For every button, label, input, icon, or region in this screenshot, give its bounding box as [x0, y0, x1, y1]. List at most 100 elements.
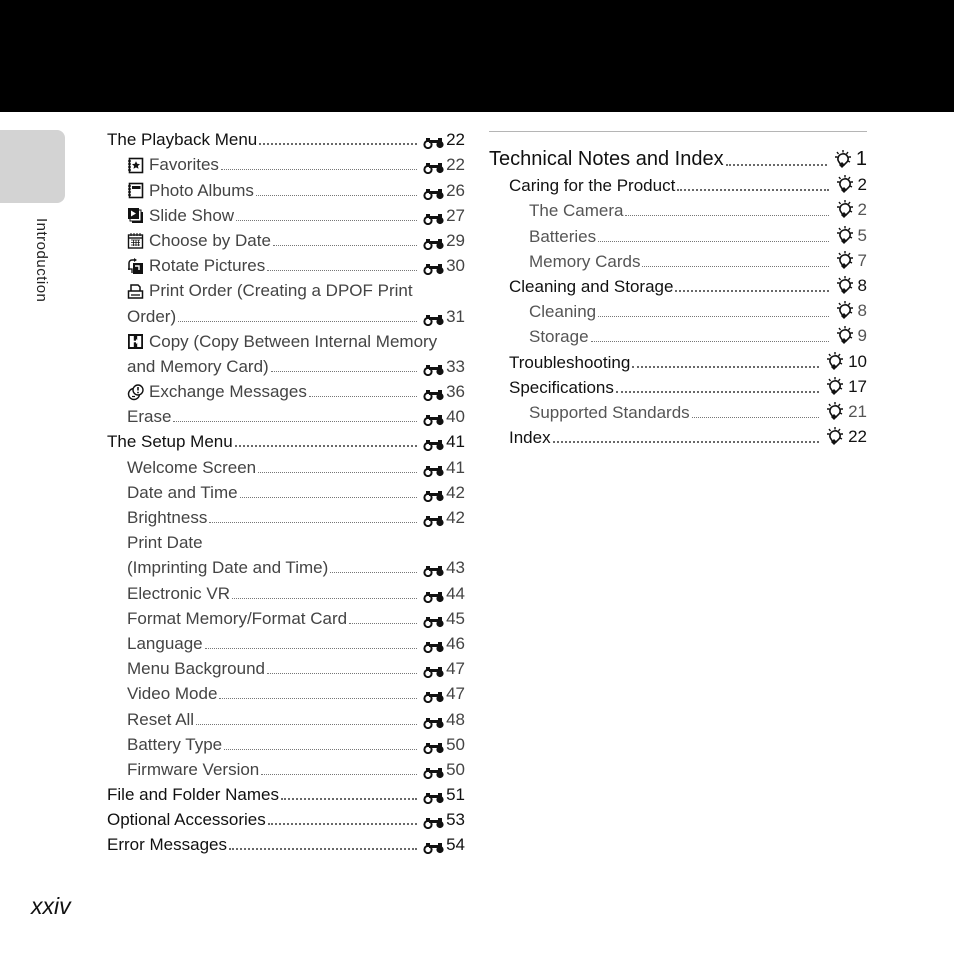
toc-entry[interactable]: Electronic VR 44 — [107, 578, 465, 603]
toc-entry[interactable]: File and Folder Names 51 — [107, 780, 465, 805]
toc-entry[interactable]: Cleaning 8 — [489, 297, 867, 322]
toc-entry-title: Erase — [127, 407, 172, 427]
toc-entry[interactable]: Choose by Date 29 — [107, 226, 465, 251]
page-reference[interactable]: 36 — [423, 382, 465, 402]
page-reference[interactable]: 21 — [825, 401, 867, 423]
page-reference[interactable]: 48 — [423, 710, 465, 730]
toc-entry[interactable]: Reset All 48 — [107, 704, 465, 729]
page-reference[interactable]: 26 — [423, 181, 465, 201]
toc-entry[interactable]: Error Messages 54 — [107, 830, 465, 855]
toc-entry[interactable]: Order) 31 — [107, 301, 465, 326]
binoculars-icon — [423, 814, 445, 830]
page-reference[interactable]: 43 — [423, 558, 465, 578]
toc-entry[interactable]: Battery Type 50 — [107, 730, 465, 755]
page-reference[interactable]: 8 — [835, 300, 867, 322]
toc-entry[interactable]: Date and Time 42 — [107, 478, 465, 503]
toc-entry[interactable]: Erase 40 — [107, 402, 465, 427]
toc-entry-title: Error Messages — [107, 835, 227, 855]
toc-entry[interactable]: (Imprinting Date and Time) 43 — [107, 553, 465, 578]
toc-entry[interactable]: Specifications 17 — [489, 373, 867, 398]
toc-entry[interactable]: Menu Background 47 — [107, 654, 465, 679]
page-reference[interactable]: 44 — [423, 584, 465, 604]
toc-entry[interactable]: Video Mode 47 — [107, 679, 465, 704]
page-reference[interactable]: 45 — [423, 609, 465, 629]
page-reference[interactable]: 53 — [423, 810, 465, 830]
leader-dots — [725, 156, 827, 166]
toc-entry[interactable]: Batteries 5 — [489, 221, 867, 246]
binoculars-icon — [423, 185, 445, 200]
page-reference[interactable]: 41 — [423, 432, 465, 452]
toc-entry[interactable]: Optional Accessories 53 — [107, 805, 465, 830]
toc-entry[interactable]: Troubleshooting 10 — [489, 347, 867, 372]
page-reference[interactable]: 50 — [423, 735, 465, 755]
toc-entry[interactable]: Print Date — [107, 528, 465, 553]
toc-entry-title: Order) — [127, 306, 177, 326]
leader-dots — [236, 211, 418, 221]
page-reference[interactable]: 50 — [423, 760, 465, 780]
page-reference[interactable]: 47 — [423, 659, 465, 679]
page-reference[interactable]: 54 — [423, 835, 465, 855]
page-reference[interactable]: 2 — [835, 199, 867, 221]
page-reference[interactable]: 30 — [423, 256, 465, 276]
page-reference[interactable]: 2 — [835, 174, 867, 196]
toc-entry[interactable]: The Playback Menu 22 — [107, 125, 465, 150]
toc-entry-label: Technical Notes and Index — [489, 148, 724, 171]
toc-entry[interactable]: The Setup Menu 41 — [107, 427, 465, 452]
page-ref-number: 46 — [446, 633, 465, 653]
page-reference[interactable]: 46 — [423, 634, 465, 654]
page-reference[interactable]: 22 — [423, 130, 465, 150]
toc-entry[interactable]: Firmware Version 50 — [107, 755, 465, 780]
toc-entry[interactable]: Brightness 42 — [107, 503, 465, 528]
toc-entry-title: Technical Notes and Index — [489, 148, 724, 170]
toc-entry[interactable]: Memory Cards 7 — [489, 247, 867, 272]
toc-entry[interactable]: Language 46 — [107, 629, 465, 654]
toc-entry[interactable]: and Memory Card) 33 — [107, 352, 465, 377]
toc-entry[interactable]: The Camera 2 — [489, 196, 867, 221]
toc-entry-title: Brightness — [127, 508, 208, 527]
leader-dots — [625, 206, 829, 217]
page-reference[interactable]: 41 — [423, 458, 465, 478]
page-reference[interactable]: 47 — [423, 684, 465, 704]
toc-entry[interactable]: Slide Show 27 — [107, 201, 465, 226]
section-tab[interactable] — [0, 130, 65, 203]
toc-entry[interactable]: Technical Notes and Index 1 — [489, 141, 867, 171]
page-reference[interactable]: 5 — [835, 225, 867, 247]
page-reference[interactable]: 22 — [825, 426, 867, 448]
page-reference[interactable]: 17 — [825, 376, 867, 398]
page-reference[interactable]: 51 — [423, 785, 465, 805]
toc-entry-title: Supported Standards — [529, 402, 690, 422]
toc-entry-title: Choose by Date — [149, 230, 271, 250]
toc-entry[interactable]: Photo Albums 26 — [107, 175, 465, 200]
page-reference[interactable]: 31 — [423, 307, 465, 327]
page-reference[interactable]: 1 — [833, 148, 867, 171]
page-reference[interactable]: 9 — [835, 325, 867, 347]
toc-entry[interactable]: Caring for the Product 2 — [489, 171, 867, 196]
page-reference[interactable]: 29 — [423, 231, 465, 251]
toc-entry[interactable]: Supported Standards 21 — [489, 398, 867, 423]
toc-entry[interactable]: Rotate Pictures 30 — [107, 251, 465, 276]
page-reference[interactable]: 22 — [423, 155, 465, 175]
toc-entry[interactable]: Cleaning and Storage 8 — [489, 272, 867, 297]
page-reference[interactable]: 40 — [423, 407, 465, 427]
header-bar — [0, 0, 954, 112]
page-reference[interactable]: 7 — [835, 250, 867, 272]
toc-entry-title: Storage — [529, 327, 589, 347]
leader-dots — [196, 715, 418, 725]
page-reference[interactable]: 33 — [423, 357, 465, 377]
toc-entry[interactable]: Exchange Messages 36 — [107, 377, 465, 402]
toc-entry[interactable]: Storage 9 — [489, 322, 867, 347]
page-reference[interactable]: 27 — [423, 206, 465, 226]
toc-entry[interactable]: Index 22 — [489, 423, 867, 448]
toc-entry[interactable]: Print Order (Creating a DPOF Print — [107, 276, 465, 301]
page-reference[interactable]: 8 — [835, 275, 867, 297]
toc-entry[interactable]: Format Memory/Format Card 45 — [107, 604, 465, 629]
page-reference[interactable]: 10 — [825, 351, 867, 373]
page-reference[interactable]: 42 — [423, 508, 465, 528]
toc-entry[interactable]: Welcome Screen 41 — [107, 452, 465, 477]
toc-entry[interactable]: Favorites 22 — [107, 150, 465, 175]
page-ref-number: 41 — [446, 432, 465, 452]
page-reference[interactable]: 42 — [423, 483, 465, 503]
leader-dots — [173, 412, 418, 423]
binoculars-icon — [423, 260, 445, 276]
toc-entry[interactable]: Copy (Copy Between Internal Memory — [107, 327, 465, 352]
